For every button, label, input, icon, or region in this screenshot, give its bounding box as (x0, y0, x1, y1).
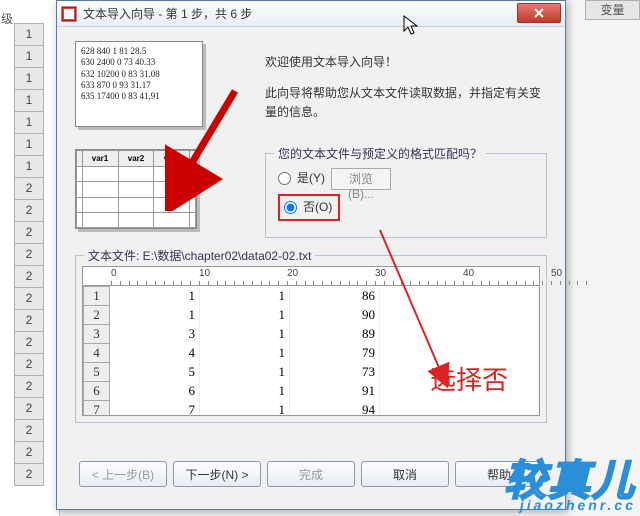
table-preview: var1var2var3 (75, 149, 197, 229)
bg-row-header: 1 (14, 45, 44, 68)
table-row[interactable]: 77194 (84, 401, 539, 417)
watermark: 较真儿 jiaozhenr.cc (504, 462, 636, 512)
bg-row-header: 1 (14, 155, 44, 178)
titlebar: 文本导入向导 - 第 1 步，共 6 步 (57, 1, 565, 27)
bg-row-header: 1 (14, 89, 44, 112)
bg-row-header: 2 (14, 397, 44, 420)
intro-line2: 此向导将帮助您从文本文件读取数据，并指定有关变量的信息。 (265, 84, 547, 122)
bg-row-header: 2 (14, 441, 44, 464)
wizard-buttons: < 上一步(B) 下一步(N) > 完成 取消 帮助 (75, 461, 547, 487)
preview-pane: 628 840 1 81 28.5 630 2400 0 73 40.33 63… (75, 41, 245, 241)
close-button[interactable] (517, 3, 561, 23)
bg-row-header: 1 (14, 133, 44, 156)
column-ruler: 01020304050 (82, 266, 540, 286)
bg-row-header: 2 (14, 243, 44, 266)
raw-text-preview: 628 840 1 81 28.5 630 2400 0 73 40.33 63… (75, 41, 203, 127)
file-preview-group: 文本文件: E:\数据\chapter02\data02-02.txt 0102… (75, 255, 547, 423)
format-match-group: 您的文本文件与预定义的格式匹配吗？ 是(Y) 浏览(B)... 否(O) (265, 153, 547, 238)
bg-row-header: 2 (14, 221, 44, 244)
radio-no[interactable] (284, 201, 297, 214)
radio-no-label[interactable]: 否(O) (303, 198, 332, 217)
annotation-text: 选择否 (430, 360, 508, 397)
cancel-button[interactable]: 取消 (361, 461, 449, 487)
bg-row-header: 2 (14, 199, 44, 222)
dialog-title: 文本导入向导 - 第 1 步，共 6 步 (83, 5, 252, 22)
browse-button[interactable]: 浏览(B)... (331, 168, 391, 190)
format-legend: 您的文本文件与预定义的格式匹配吗？ (274, 145, 486, 164)
watermark-small: jiaozhenr.cc (504, 499, 636, 512)
bg-row-header: 1 (14, 23, 44, 46)
bg-row-header: 1 (14, 67, 44, 90)
app-icon (61, 6, 77, 22)
bg-row-header: 2 (14, 463, 44, 486)
text-import-wizard-dialog: 文本导入向导 - 第 1 步，共 6 步 628 840 1 81 28.5 6… (56, 0, 566, 510)
next-button[interactable]: 下一步(N) > (173, 461, 261, 487)
bg-row-header: 2 (14, 265, 44, 288)
bg-row-header: 1 (14, 111, 44, 134)
bg-row-header: 2 (14, 419, 44, 442)
finish-button[interactable]: 完成 (267, 461, 355, 487)
radio-yes[interactable] (278, 172, 291, 185)
bg-col-header-var: 变量 (585, 0, 640, 20)
back-button[interactable]: < 上一步(B) (79, 461, 167, 487)
watermark-big: 较真儿 (504, 462, 636, 500)
table-row[interactable]: 21190 (84, 306, 539, 325)
radio-no-highlight: 否(O) (278, 194, 340, 221)
bg-row-header: 2 (14, 177, 44, 200)
bg-row-header: 2 (14, 309, 44, 332)
table-row[interactable]: 11186 (84, 287, 539, 306)
bg-row-header: 2 (14, 353, 44, 376)
intro-text: 欢迎使用文本导入向导！ 此向导将帮助您从文本文件读取数据，并指定有关变量的信息。… (265, 41, 547, 241)
table-row[interactable]: 33189 (84, 325, 539, 344)
bg-row-header: 2 (14, 331, 44, 354)
intro-line1: 欢迎使用文本导入向导！ (265, 53, 547, 72)
filepath-legend: 文本文件: E:\数据\chapter02\data02-02.txt (84, 247, 315, 264)
bg-row-header: 2 (14, 287, 44, 310)
bg-row-header: 2 (14, 375, 44, 398)
radio-yes-label[interactable]: 是(Y) (297, 169, 325, 188)
